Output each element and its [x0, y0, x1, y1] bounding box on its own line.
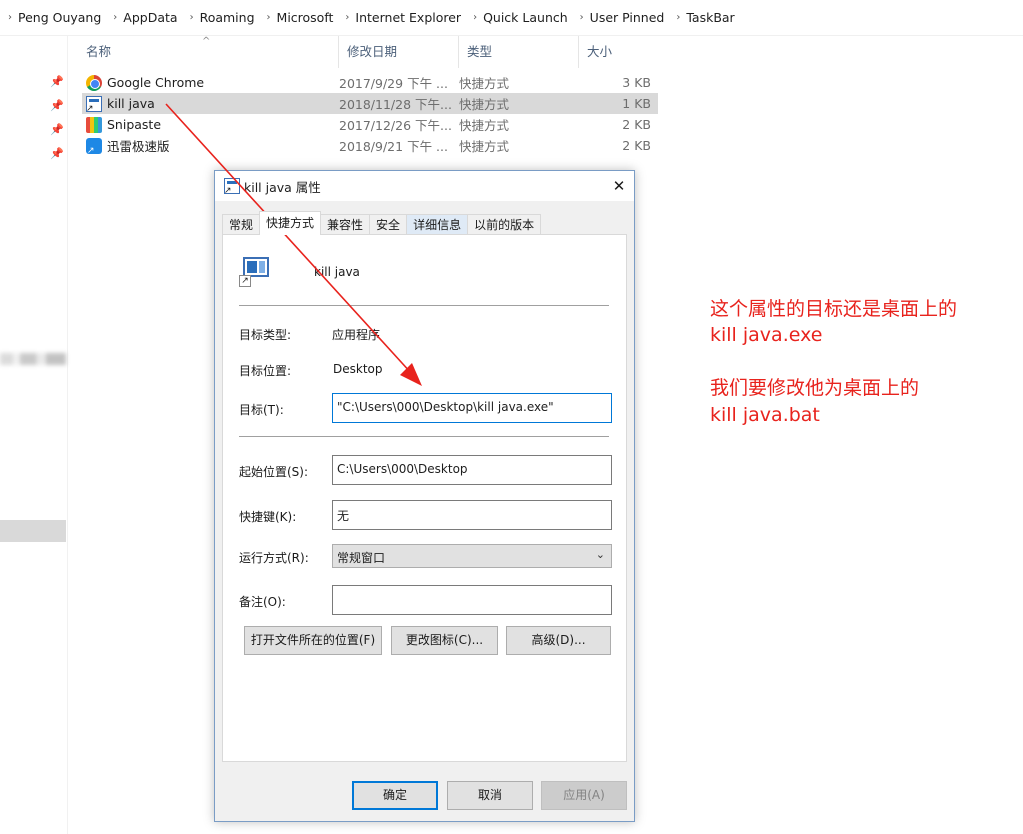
- breadcrumb-item[interactable]: › Roaming: [184, 10, 261, 25]
- run-select[interactable]: 常规窗口 ⌄: [332, 544, 612, 568]
- tab-compatibility[interactable]: 兼容性: [320, 214, 371, 235]
- breadcrumb: › Peng Ouyang › AppData › Roaming › Microsof…: [0, 0, 1023, 36]
- breadcrumb-item[interactable]: › TaskBar: [670, 10, 740, 25]
- screenshot: › Peng Ouyang › AppData › Roaming › Microsof…: [0, 0, 1023, 834]
- apply-button[interactable]: 应用(A): [541, 781, 627, 810]
- annotation-line-2: kill java.exe: [710, 324, 823, 346]
- file-row-snipaste[interactable]: Snipaste 2017/12/26 下午... 快捷方式 2 KB: [82, 114, 658, 135]
- annotation-line-4: kill java.bat: [710, 404, 820, 426]
- shortcut-app-icon: [86, 95, 102, 114]
- tab-previous-versions[interactable]: 以前的版本: [467, 214, 542, 235]
- breadcrumb-item[interactable]: › Internet Explorer: [339, 10, 467, 25]
- breadcrumb-item[interactable]: › Quick Launch: [467, 10, 574, 25]
- target-input[interactable]: "C:\Users\000\Desktop\kill java.exe": [332, 393, 612, 423]
- close-button[interactable]: ✕: [604, 171, 634, 201]
- tab-shortcut[interactable]: 快捷方式: [259, 211, 322, 235]
- pin-icon[interactable]: 📌: [50, 147, 64, 161]
- ok-button[interactable]: 确定: [352, 781, 438, 810]
- chrome-icon: [86, 74, 102, 91]
- divider: [239, 305, 609, 306]
- breadcrumb-item[interactable]: › Peng Ouyang: [2, 10, 107, 25]
- start-in-input[interactable]: C:\Users\000\Desktop: [332, 455, 612, 485]
- shortcut-tab-panel: ↗ kill java 目标类型: 应用程序 目标位置: Desktop 目标(…: [222, 234, 627, 762]
- change-icon-button[interactable]: 更改图标(C)...: [391, 626, 498, 655]
- shortcut-large-icon: ↗: [239, 255, 271, 287]
- navigation-pane[interactable]: 📌 📌 📌 📌: [0, 36, 68, 834]
- breadcrumb-item[interactable]: › AppData: [107, 10, 183, 25]
- nav-item-selected[interactable]: [0, 520, 66, 542]
- properties-dialog: kill java 属性 ✕ 常规 快捷方式 兼容性 安全 详细信息 以前的版本…: [214, 170, 635, 822]
- run-label: 运行方式(R):: [239, 551, 309, 565]
- shortcut-name: kill java: [314, 265, 360, 279]
- breadcrumb-item[interactable]: › Microsoft: [261, 10, 340, 25]
- chevron-right-icon: ›: [579, 12, 584, 23]
- snipaste-icon: [86, 116, 102, 133]
- cancel-button[interactable]: 取消: [447, 781, 533, 810]
- file-row-kill-java[interactable]: kill java 2018/11/28 下午... 快捷方式 1 KB: [82, 93, 658, 114]
- chevron-right-icon: ›: [345, 12, 350, 23]
- column-header-name[interactable]: ^ 名称: [78, 36, 339, 68]
- chevron-down-icon: ⌄: [595, 548, 605, 561]
- file-row-google-chrome[interactable]: Google Chrome 2017/9/29 下午 ... 快捷方式 3 KB: [82, 72, 658, 93]
- pin-icon[interactable]: 📌: [50, 123, 64, 137]
- dialog-title-bar[interactable]: kill java 属性 ✕: [215, 171, 634, 201]
- column-header-size[interactable]: 大小: [579, 36, 659, 68]
- divider: [239, 436, 609, 437]
- tab-strip: 常规 快捷方式 兼容性 安全 详细信息 以前的版本: [222, 211, 542, 235]
- shortcut-app-icon: [224, 178, 240, 196]
- tab-security[interactable]: 安全: [369, 214, 408, 235]
- start-in-label: 起始位置(S):: [239, 465, 309, 479]
- open-file-location-button[interactable]: 打开文件所在的位置(F): [244, 626, 382, 655]
- column-headers: ^ 名称 修改日期 类型 大小: [78, 36, 660, 68]
- target-location-value: Desktop: [333, 362, 383, 376]
- chevron-right-icon: ›: [8, 12, 12, 23]
- hotkey-input[interactable]: 无: [332, 500, 612, 530]
- target-label: 目标(T):: [239, 403, 284, 417]
- chevron-right-icon: ›: [113, 12, 118, 23]
- column-header-date[interactable]: 修改日期: [339, 36, 459, 68]
- target-type-label: 目标类型:: [239, 328, 292, 342]
- column-header-type[interactable]: 类型: [459, 36, 579, 68]
- chevron-right-icon: ›: [266, 12, 271, 23]
- hotkey-label: 快捷键(K):: [239, 510, 297, 524]
- chevron-right-icon: ›: [676, 12, 681, 23]
- annotation-line-1: 这个属性的目标还是桌面上的: [710, 298, 958, 320]
- tab-details[interactable]: 详细信息: [406, 214, 469, 235]
- breadcrumb-item[interactable]: › User Pinned: [574, 10, 671, 25]
- dialog-title: kill java 属性: [244, 179, 321, 195]
- target-location-label: 目标位置:: [239, 364, 292, 378]
- tab-general[interactable]: 常规: [222, 214, 261, 235]
- chevron-right-icon: ›: [189, 12, 194, 23]
- annotation-line-3: 我们要修改他为桌面上的: [710, 377, 920, 399]
- pin-icon[interactable]: 📌: [50, 75, 64, 89]
- sort-ascending-icon: ^: [202, 36, 211, 47]
- file-row-xunlei[interactable]: 迅雷极速版 2018/9/21 下午 ... 快捷方式 2 KB: [82, 135, 658, 156]
- pin-icon[interactable]: 📌: [50, 99, 64, 113]
- comment-input[interactable]: [332, 585, 612, 615]
- blurred-nav-item: [0, 353, 66, 365]
- xunlei-icon: [86, 137, 102, 156]
- target-type-value: 应用程序: [332, 328, 381, 342]
- chevron-right-icon: ›: [473, 12, 478, 23]
- advanced-button[interactable]: 高级(D)...: [506, 626, 611, 655]
- comment-label: 备注(O):: [239, 595, 286, 609]
